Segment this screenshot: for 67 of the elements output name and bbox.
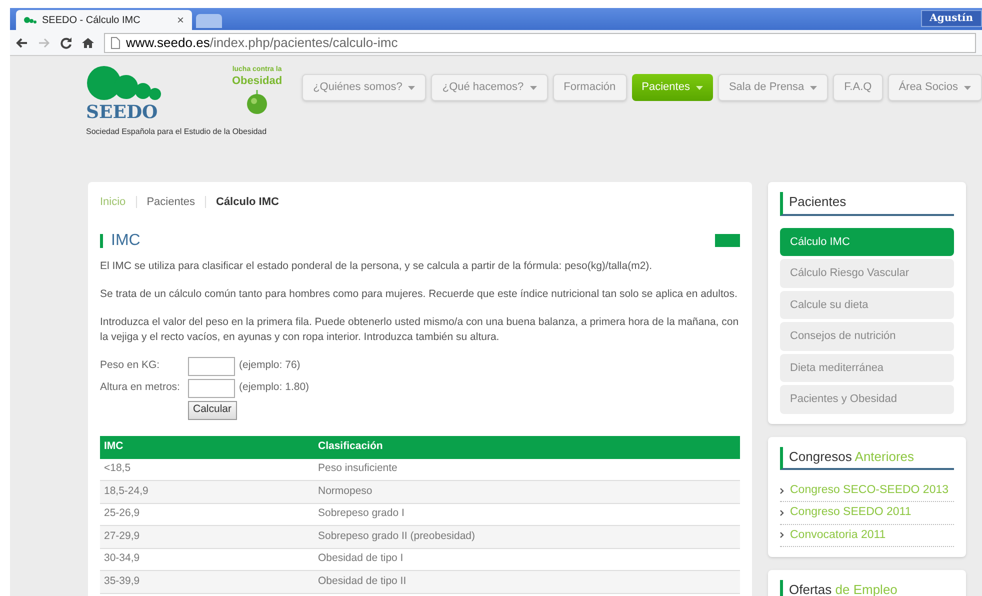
table-cell-text: Normopeso [317, 484, 372, 499]
table-cell-text: Sobrepeso grado I [317, 506, 404, 522]
sidebar-item[interactable]: Cálculo IMC [780, 228, 954, 256]
logo-name: SEEDO [86, 104, 159, 122]
field-hint: (ejemplo: 76) [239, 358, 300, 374]
color-block [715, 234, 740, 247]
table-cell-text: 35-39,9 [103, 574, 141, 589]
table-cell-text: 27-29,9 [103, 528, 141, 544]
sidebar-item[interactable]: Calcule su dieta [780, 290, 954, 319]
input-field[interactable] [188, 356, 235, 376]
calculate-button[interactable]: Calcular [188, 400, 237, 420]
nav-button[interactable]: Sala de Prensa [718, 74, 828, 101]
page-icon [111, 36, 120, 48]
user-badge[interactable]: Agustín [920, 10, 982, 27]
breadcrumb-item: Cálculo IMC [216, 195, 279, 210]
field-label: Peso en KG: [100, 358, 161, 374]
table-cell-text: Peso insuficiente [317, 461, 398, 476]
nav-button[interactable]: ¿Quiénes somos? [302, 74, 426, 101]
table-cell-text: <18,5 [103, 461, 132, 476]
home-icon[interactable] [82, 36, 94, 48]
breadcrumb-item[interactable]: Pacientes [146, 194, 195, 210]
campaign-title: Obesidad [232, 74, 282, 88]
column-header: IMC [103, 439, 124, 454]
sidebar-item[interactable]: Dieta mediterránea [780, 354, 954, 382]
chevron-icon [780, 532, 784, 538]
chevron-icon [780, 488, 784, 494]
nav-button[interactable]: Pacientes [632, 74, 713, 101]
nav-button[interactable]: ¿Qué hacemos? [431, 74, 548, 101]
congress-link[interactable]: Convocatoria 2011 [790, 526, 886, 544]
chevron-icon [780, 510, 784, 516]
column-header: Clasificación [317, 439, 383, 454]
sidebar-item[interactable]: Cálculo Riesgo Vascular [780, 259, 954, 288]
table-cell-text: Sobrepeso grado II (preobesidad) [317, 528, 476, 544]
field-hint: (ejemplo: 1.80) [239, 380, 310, 396]
table-cell-text: 25-26,9 [103, 506, 141, 522]
input-field[interactable] [188, 378, 235, 398]
back-icon[interactable] [16, 38, 28, 48]
sidebar-item[interactable]: Pacientes y Obesidad [780, 385, 954, 414]
close-icon[interactable]: × [176, 11, 184, 29]
sidebar-item[interactable]: Consejos de nutrición [780, 322, 954, 350]
nav-button[interactable]: Área Socios [888, 74, 982, 101]
forward-icon[interactable] [38, 38, 50, 48]
paragraph: Introduzca el valor del peso en la primera fila. Puede obtenerlo usted mismo/a con una buena balanza, a primera hora de la mañana, con la vejiga y el recto vacíos, en ayunas y con ropa interior. Introduzca también su altura. [100, 314, 740, 344]
panel-title: Pacientes [780, 192, 954, 216]
url-text: www.seedo.es/index.php/pacientes/calculo-imc [126, 34, 398, 52]
paragraph: El IMC se utiliza para clasificar el estado ponderal de la persona, y se calcula a partir de la fórmula: peso(kg)/talla(m2). [100, 258, 654, 274]
address-bar[interactable]: www.seedo.es/index.php/pacientes/calculo-imc [104, 32, 976, 52]
tab-title: SEEDO - Cálculo IMC [42, 14, 140, 28]
browser-tab[interactable]: SEEDO - Cálculo IMC × [16, 10, 192, 30]
panel-title: Congresos Anteriores [780, 446, 954, 470]
paragraph: Se trata de un cálculo común tanto para hombres como para mujeres. Recuerde que este índice nutricional tan solo se aplica en adultos. [100, 286, 738, 302]
nav-button[interactable]: Formación [552, 74, 627, 101]
table-cell-text: 30-34,9 [103, 551, 141, 566]
logo-subtitle: Sociedad Española para el Estudio de la Obesidad [86, 126, 268, 138]
field-label: Altura en metros: [100, 380, 181, 396]
congress-link[interactable]: Congreso SECO-SEEDO 2013 [790, 482, 949, 500]
table-cell-text: Obesidad de tipo II [317, 574, 406, 589]
new-tab-button[interactable] [196, 14, 222, 28]
congress-link[interactable]: Congreso SEEDO 2011 [790, 504, 912, 522]
nav-button[interactable]: F.A.Q [833, 74, 883, 101]
favicon-icon [24, 16, 38, 24]
table-cell-text: 18,5-24,9 [103, 484, 150, 499]
reload-icon[interactable] [60, 36, 72, 48]
apple-icon [245, 88, 270, 114]
table-cell-text: Obesidad de tipo I [317, 551, 404, 566]
breadcrumb-item[interactable]: Inicio [100, 194, 126, 210]
page-heading: IMC [111, 230, 140, 250]
